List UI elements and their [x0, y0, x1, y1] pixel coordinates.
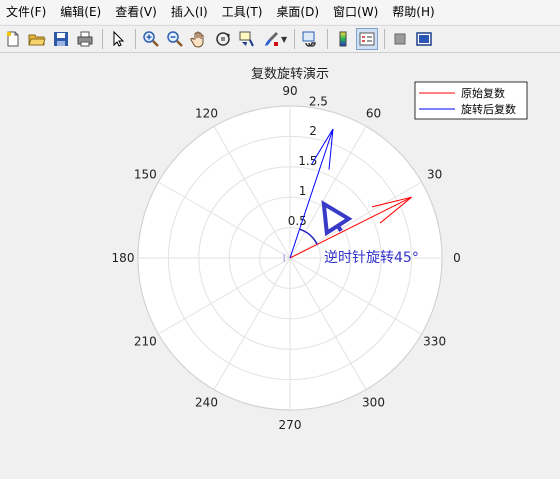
brush-icon[interactable]	[260, 28, 282, 50]
menu-item-2[interactable]: 查看(V)	[108, 0, 164, 24]
show-plot-tools-icon[interactable]	[413, 28, 435, 50]
legend-icon[interactable]	[356, 28, 379, 50]
pointer-icon[interactable]	[107, 28, 129, 50]
polar-plot: 复数旋转演示 03060901201501802102402703003300.…	[112, 66, 528, 432]
brush-dropdown-icon[interactable]: ▼	[281, 35, 287, 44]
theta-tick-label: 120	[195, 106, 218, 120]
theta-tick-label: 300	[362, 396, 385, 410]
theta-tick-label: 90	[282, 84, 297, 98]
zoom-in-icon[interactable]	[140, 28, 162, 50]
toolbar-separator	[327, 29, 329, 49]
theta-tick-label: 30	[427, 168, 442, 182]
menu-item-4[interactable]: 工具(T)	[215, 0, 270, 24]
toolbar: ▼	[0, 25, 560, 53]
r-tick-label: 2.5	[309, 94, 328, 108]
theta-tick-label: 180	[112, 251, 135, 265]
toolbar-separator	[294, 29, 296, 49]
legend[interactable]: 原始复数旋转后复数	[414, 81, 528, 120]
theta-tick-label: 150	[134, 168, 157, 182]
chart-title: 复数旋转演示	[251, 66, 329, 82]
rotate-3d-icon[interactable]	[212, 28, 234, 50]
legend-label-1: 旋转后复数	[461, 102, 516, 116]
toolbar-separator	[135, 29, 136, 49]
new-file-icon[interactable]	[2, 28, 24, 50]
menu-bar: 文件(F) 编辑(E) 查看(V) 插入(I) 工具(T) 桌面(D) 窗口(W) 帮助(H)	[0, 0, 560, 24]
menu-item-1[interactable]: 编辑(E)	[53, 0, 108, 24]
menu-item-0[interactable]: 文件(F)	[0, 0, 53, 24]
toolbar-separator	[102, 29, 103, 49]
open-folder-icon[interactable]	[26, 28, 48, 50]
zoom-out-icon[interactable]	[164, 28, 186, 50]
annotation-text: 逆时针旋转45°	[324, 250, 419, 266]
link-plot-icon[interactable]	[299, 28, 321, 50]
pan-hand-icon[interactable]	[188, 28, 210, 50]
menu-item-7[interactable]: 帮助(H)	[385, 0, 441, 24]
theta-tick-label: 240	[195, 396, 218, 410]
data-cursor-icon[interactable]	[236, 28, 258, 50]
colorbar-icon[interactable]	[332, 28, 354, 50]
theta-tick-label: 210	[134, 335, 157, 349]
r-tick-label: 2	[309, 124, 317, 138]
theta-tick-label: 0	[453, 251, 461, 265]
menu-item-5[interactable]: 桌面(D)	[269, 0, 326, 24]
menu-item-6[interactable]: 窗口(W)	[326, 0, 385, 24]
figure-canvas: 复数旋转演示 0 30 60 90 120 150 180 210 240 270 300 330 0.…	[0, 54, 560, 475]
theta-tick-label: 330	[423, 335, 446, 349]
save-icon[interactable]	[50, 28, 72, 50]
legend-label-0: 原始复数	[461, 86, 505, 100]
r-tick-label: 1.5	[298, 154, 317, 168]
print-icon[interactable]	[74, 28, 96, 50]
r-tick-label: 1	[299, 184, 307, 198]
toolbar-separator	[384, 29, 386, 49]
theta-tick-label: 60	[366, 106, 381, 120]
menu-item-3[interactable]: 插入(I)	[164, 0, 215, 24]
hide-plot-tools-icon[interactable]	[389, 28, 411, 50]
polar-axes: 03060901201501802102402703003300.511.522…	[112, 84, 461, 432]
theta-tick-label: 270	[279, 418, 302, 432]
